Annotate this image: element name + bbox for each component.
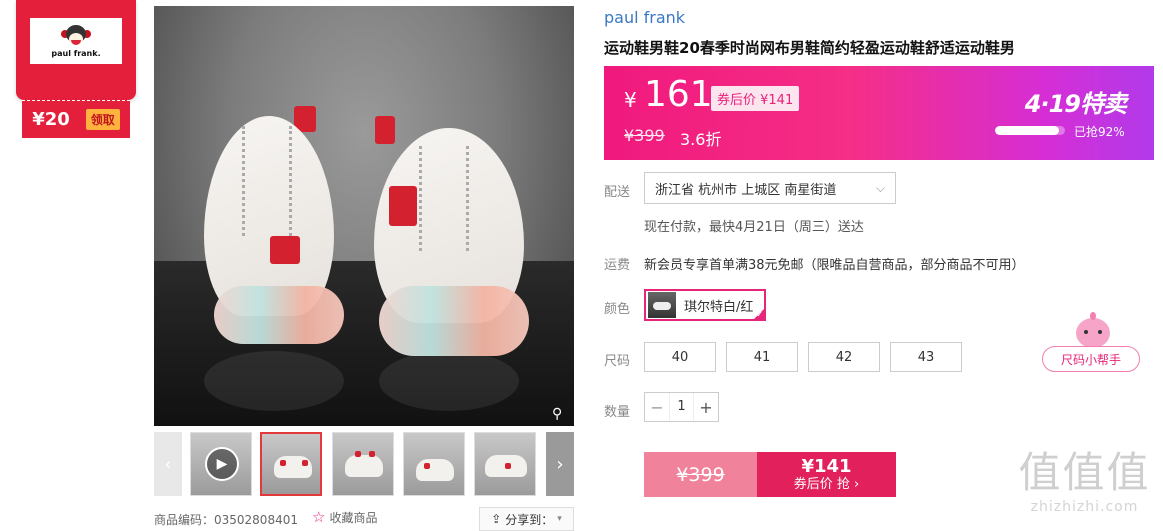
brand-logo[interactable]: paul frank.	[30, 18, 122, 64]
site-watermark: 值值值 zhizhizhi.com	[1012, 447, 1157, 515]
claim-coupon-button[interactable]: 领取	[85, 109, 120, 130]
size-option[interactable]: 43	[890, 342, 962, 372]
buy-action-label: 券后价 抢 ›	[793, 476, 860, 492]
color-label: 颜色	[604, 302, 631, 317]
thumbnail-item[interactable]	[260, 432, 322, 496]
buy-original-price: ¥399	[644, 452, 757, 497]
promo-title: 4·19特卖	[1024, 90, 1127, 118]
quantity-label: 数量	[604, 405, 631, 420]
thumbnail-next-button[interactable]: ›	[546, 432, 574, 496]
current-price: 161	[644, 74, 713, 115]
watermark-logo: 值值值	[1018, 448, 1151, 497]
color-option-selected[interactable]: 琪尔特白/红 ✓	[644, 289, 766, 321]
product-code: 商品编码：03502808401	[154, 513, 298, 527]
size-helper-button[interactable]: 尺码小帮手	[1042, 312, 1140, 374]
thumbnail-prev-button[interactable]: ‹	[154, 432, 182, 496]
size-helper-label: 尺码小帮手	[1042, 346, 1140, 372]
thumbnail-item[interactable]	[474, 432, 536, 496]
coupon-strip: ¥20 领取	[22, 100, 130, 138]
shop-coupon-badge: paul frank. ¥20 领取	[16, 0, 136, 138]
quantity-increase-button[interactable]: +	[694, 393, 718, 421]
color-swatch	[648, 292, 676, 318]
shipping-label: 运费	[604, 258, 631, 273]
product-title: 运动鞋男鞋20春季时尚网布男鞋简约轻盈运动鞋舒适运动鞋男	[604, 39, 1015, 57]
size-option[interactable]: 40	[644, 342, 716, 372]
quantity-stepper: − 1 +	[644, 392, 719, 422]
address-select[interactable]: 浙江省 杭州市 上城区 南星街道 ⌵	[644, 172, 896, 204]
size-option[interactable]: 42	[808, 342, 880, 372]
main-product-image[interactable]: ⚲	[154, 6, 574, 426]
shipping-text: 新会员专享首单满38元免邮（限唯品自营商品，部分商品不可用）	[644, 258, 1025, 273]
share-dropdown[interactable]: ⇪ 分享到： ▾	[479, 507, 574, 531]
delivery-label: 配送	[604, 185, 631, 200]
thumbnail-item[interactable]	[403, 432, 465, 496]
brand-logo-panel: paul frank.	[16, 0, 136, 100]
discount-rate: 3.6折	[680, 130, 722, 149]
chevron-down-icon: ▾	[557, 514, 562, 524]
coupon-price-tag: 券后价 ¥141	[711, 86, 800, 111]
monkey-logo-icon	[61, 24, 91, 47]
favorite-button[interactable]: ☆ 收藏商品	[312, 508, 377, 526]
thumbnail-video[interactable]: ▶	[190, 432, 252, 496]
thumbnail-strip: ‹ ▶ ›	[154, 432, 574, 496]
left-shoe-illustration	[194, 106, 344, 366]
original-price: ¥399	[624, 126, 665, 145]
zoom-icon[interactable]: ⚲	[552, 406, 568, 422]
buy-coupon-price: ¥141	[801, 455, 852, 477]
mascot-icon	[1076, 312, 1110, 348]
quantity-input[interactable]: 1	[669, 393, 694, 421]
size-label: 尺码	[604, 354, 631, 369]
color-option-label: 琪尔特白/红	[684, 299, 754, 315]
sold-progress-bar	[995, 126, 1065, 135]
brand-link[interactable]: paul frank	[604, 8, 685, 27]
share-label: 分享到：	[505, 512, 554, 527]
address-value: 浙江省 杭州市 上城区 南星街道	[655, 182, 837, 198]
sold-percent-text: 已抢92%	[1074, 125, 1125, 139]
currency-symbol: ¥	[624, 88, 637, 112]
delivery-note: 现在付款，最快4月21日（周三）送达	[644, 220, 864, 235]
chevron-down-icon: ⌵	[875, 180, 885, 195]
brand-logo-text: paul frank.	[51, 48, 101, 58]
play-icon: ▶	[205, 447, 239, 481]
size-option[interactable]: 41	[726, 342, 798, 372]
right-shoe-illustration	[359, 116, 534, 366]
thumbnail-item[interactable]	[332, 432, 394, 496]
watermark-url: zhizhizhi.com	[1030, 499, 1139, 515]
star-icon: ☆	[312, 508, 326, 526]
buy-with-coupon-button[interactable]: ¥141 券后价 抢 ›	[757, 452, 896, 497]
favorite-label: 收藏商品	[329, 510, 378, 525]
coupon-amount: ¥20	[32, 109, 70, 130]
sold-progress-fill	[995, 126, 1060, 135]
quantity-decrease-button[interactable]: −	[645, 393, 669, 421]
share-icon: ⇪	[491, 512, 502, 526]
price-banner: ¥ 161 券后价 ¥141 ¥399 3.6折 4·19特卖 已抢92%	[604, 66, 1154, 160]
